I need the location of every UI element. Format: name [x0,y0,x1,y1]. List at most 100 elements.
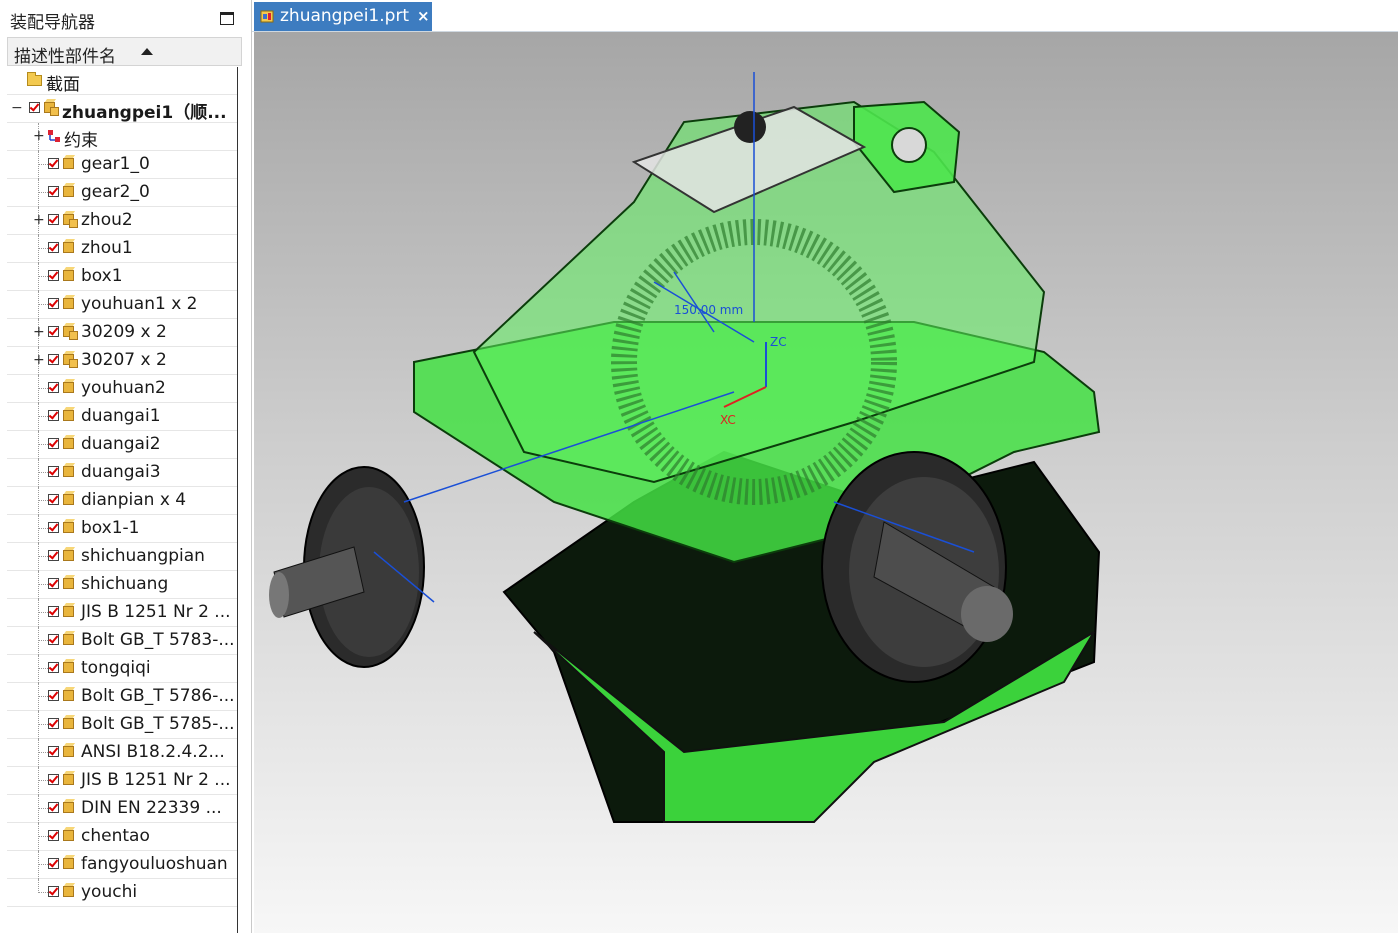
tree-row-part[interactable]: JIS B 1251 Nr 2 ... [7,767,237,795]
visibility-checkbox[interactable] [48,522,59,533]
component-icon [63,886,74,897]
assembly-icon [44,102,59,116]
tree-row-part[interactable]: JIS B 1251 Nr 2 ... [7,599,237,627]
visibility-checkbox[interactable] [48,242,59,253]
visibility-checkbox[interactable] [48,186,59,197]
component-icon [63,186,74,197]
tree-row-part[interactable]: +30209 x 2 [7,319,237,347]
visibility-checkbox[interactable] [48,802,59,813]
tree-row-part[interactable]: shichuangpian [7,543,237,571]
visibility-checkbox[interactable] [29,102,40,113]
tree-row-section[interactable]: 截面 [7,67,237,95]
tree-row-label: duangai3 [81,462,161,482]
component-icon [63,242,74,253]
component-icon [63,410,74,421]
visibility-checkbox[interactable] [48,270,59,281]
tree-row-part[interactable]: DIN EN 22339 ... [7,795,237,823]
folder-icon [27,72,42,86]
component-icon [63,494,74,505]
visibility-checkbox[interactable] [48,690,59,701]
tree-row-label: tongqiqi [81,658,151,678]
visibility-checkbox[interactable] [48,578,59,589]
visibility-checkbox[interactable] [48,354,59,365]
tree-row-label: zhuangpei1（顺... [62,103,227,123]
tree-row-label: shichuang [81,574,169,594]
tree-row-part[interactable]: Bolt GB_T 5786-... [7,683,237,711]
collapse-icon[interactable]: − [11,101,23,115]
tree-row-part[interactable]: youhuan2 [7,375,237,403]
visibility-checkbox[interactable] [48,298,59,309]
tree-row-part[interactable]: shichuang [7,571,237,599]
tree-row-part[interactable]: zhou1 [7,235,237,263]
tree-row-part[interactable]: gear1_0 [7,151,237,179]
expand-icon[interactable]: + [33,325,45,339]
tree-row-part[interactable]: duangai1 [7,403,237,431]
visibility-checkbox[interactable] [48,830,59,841]
visibility-checkbox[interactable] [48,858,59,869]
subassembly-icon [63,354,78,368]
tree-row-part[interactable]: fangyouluoshuan [7,851,237,879]
visibility-checkbox[interactable] [48,662,59,673]
tree-row-part[interactable]: ANSI B18.2.4.2... [7,739,237,767]
navigator-title: 装配导航器 [10,13,95,33]
tree-row-part[interactable]: Bolt GB_T 5783-... [7,627,237,655]
expand-icon[interactable]: + [33,213,45,227]
component-icon [63,522,74,533]
visibility-checkbox[interactable] [48,774,59,785]
tab-zhuangpei1[interactable]: zhuangpei1.prt × [254,2,432,31]
component-icon [63,690,74,701]
visibility-checkbox[interactable] [48,886,59,897]
tree-row-label: dianpian x 4 [81,490,187,510]
sort-ascending-icon[interactable] [141,48,153,55]
component-icon [63,298,74,309]
tree-row-label: duangai1 [81,406,161,426]
part-file-icon [260,10,274,23]
tab-label: zhuangpei1.prt [280,6,410,26]
tree-row-part[interactable]: youchi [7,879,237,907]
tree-row-label: ANSI B18.2.4.2... [81,742,225,762]
visibility-checkbox[interactable] [48,214,59,225]
tree-row-label: fangyouluoshuan [81,854,228,874]
expand-icon[interactable]: + [33,129,45,143]
visibility-checkbox[interactable] [48,382,59,393]
visibility-checkbox[interactable] [48,326,59,337]
component-icon [63,718,74,729]
tree-row-part[interactable]: dianpian x 4 [7,487,237,515]
visibility-checkbox[interactable] [48,438,59,449]
tree-row-part[interactable]: box1 [7,263,237,291]
tree-row-label: gear1_0 [81,154,150,174]
visibility-checkbox[interactable] [48,746,59,757]
visibility-checkbox[interactable] [48,410,59,421]
tree-row-label: zhou1 [81,238,133,258]
document-tab-bar: zhuangpei1.prt × [252,0,1398,32]
visibility-checkbox[interactable] [48,634,59,645]
visibility-checkbox[interactable] [48,494,59,505]
tree-row-label: Bolt GB_T 5783-... [81,630,235,650]
visibility-checkbox[interactable] [48,606,59,617]
tree-row-part[interactable]: + zhou2 [7,207,237,235]
expand-icon[interactable]: + [33,353,45,367]
tree-row-constraints[interactable]: + 约束 [7,123,237,151]
visibility-checkbox[interactable] [48,466,59,477]
constraints-icon [48,130,60,142]
tree-row-label: zhou2 [81,210,133,230]
tree-row-part[interactable]: box1-1 [7,515,237,543]
tree-row-part[interactable]: chentao [7,823,237,851]
close-tab-icon[interactable]: × [417,7,430,25]
tree-row-part[interactable]: gear2_0 [7,179,237,207]
tree-row-part[interactable]: duangai3 [7,459,237,487]
visibility-checkbox[interactable] [48,550,59,561]
tree-row-part[interactable]: +30207 x 2 [7,347,237,375]
visibility-checkbox[interactable] [48,158,59,169]
tree-row-part[interactable]: duangai2 [7,431,237,459]
component-icon [63,438,74,449]
tree-row-part[interactable]: youhuan1 x 2 [7,291,237,319]
tree-row-part[interactable]: Bolt GB_T 5785-... [7,711,237,739]
component-icon [63,830,74,841]
tree-row-root-assembly[interactable]: − zhuangpei1（顺... [7,95,237,123]
column-header-part-name[interactable]: 描述性部件名 [7,37,242,67]
tree-row-part[interactable]: tongqiqi [7,655,237,683]
graphics-viewport[interactable]: 150.00 mm ZC XC [254,32,1398,933]
visibility-checkbox[interactable] [48,718,59,729]
maximize-icon[interactable] [220,12,234,25]
